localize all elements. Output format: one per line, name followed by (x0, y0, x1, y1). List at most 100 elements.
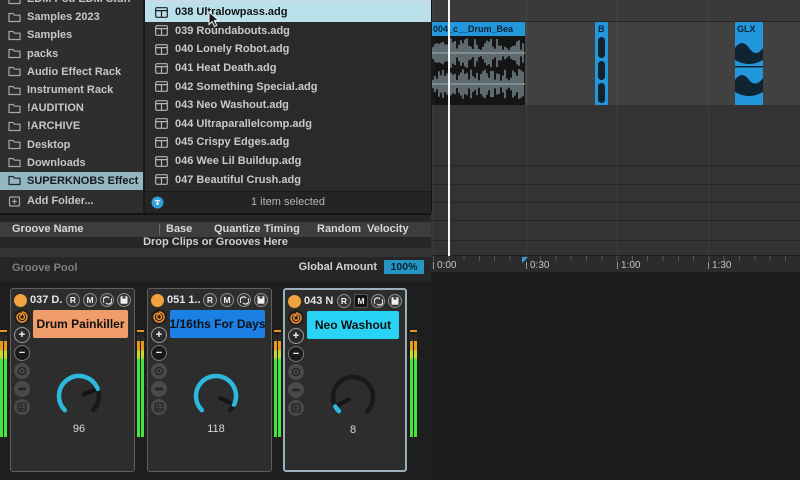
record-button[interactable]: R (337, 294, 351, 308)
add-button[interactable]: + (288, 328, 304, 344)
level-meter (137, 335, 144, 437)
lens-button[interactable] (288, 364, 304, 380)
rack-icon (155, 137, 168, 148)
file-item[interactable]: 044 Ultraparallelcomp.adg (145, 115, 431, 134)
record-button[interactable]: R (66, 293, 80, 307)
sidebar-item[interactable]: packs (0, 45, 143, 63)
device-rack-panel: 051 1... R M + − 1/ (147, 288, 272, 472)
add-folder-button[interactable]: Add Folder... (0, 192, 143, 210)
file-item[interactable]: 047 Beautiful Crush.adg (145, 170, 431, 189)
remove-button[interactable]: − (14, 345, 30, 361)
file-item-selected[interactable]: 038 Ultralowpass.adg (145, 3, 431, 22)
browser-panel: EDM Pod EDM Stuff Samples 2023 Samples p… (0, 0, 432, 213)
lens-button[interactable] (151, 363, 167, 379)
file-item[interactable]: 040 Lonely Robot.adg (145, 40, 431, 59)
groove-empty-row (0, 248, 431, 257)
rack-icon (155, 174, 168, 185)
file-item[interactable]: 042 Something Special.adg (145, 77, 431, 96)
level-meter (0, 335, 7, 437)
remove-button[interactable]: − (288, 346, 304, 362)
file-item[interactable]: 041 Heat Death.adg (145, 59, 431, 78)
save-preset-icon[interactable] (254, 293, 268, 307)
file-item[interactable]: 043 Neo Washout.adg (145, 96, 431, 115)
sidebar-item-selected[interactable]: SUPERKNOBS Effect (0, 172, 143, 190)
device-rack-panel-selected: 043 N... R M + − Ne (283, 288, 407, 472)
playhead (448, 0, 450, 256)
save-preset-icon[interactable] (117, 293, 131, 307)
hot-swap-icon[interactable] (371, 294, 385, 308)
folder-icon (8, 103, 21, 114)
time-ruler[interactable]: 0:00 0:30 1:00 1:30 (431, 255, 800, 273)
macro-name-display: Neo Washout (307, 311, 399, 339)
sidebar-item[interactable]: Samples (0, 26, 143, 44)
waveform (595, 36, 608, 105)
sidebar-item[interactable]: Samples 2023 (0, 8, 143, 26)
folder-icon (8, 48, 21, 59)
sidebar-item[interactable]: Instrument Rack (0, 81, 143, 99)
groove-drop-zone[interactable]: Drop Clips or Grooves Here (0, 236, 431, 248)
file-name: 043 Neo Washout.adg (175, 99, 289, 111)
folder-icon (8, 0, 21, 5)
superknob-map-icon[interactable] (151, 309, 167, 325)
macro-knob[interactable] (189, 369, 243, 423)
sidebar-item-label: Audio Effect Rack (27, 66, 121, 78)
clip-title: 004_c__Drum_Bea (431, 22, 525, 36)
macro-knob[interactable] (52, 369, 106, 423)
grid-view-button[interactable] (288, 400, 304, 416)
device-activator[interactable] (14, 294, 27, 307)
file-item[interactable]: 045 Crispy Edges.adg (145, 133, 431, 152)
rack-icon (155, 81, 168, 92)
save-preset-icon[interactable] (388, 294, 402, 308)
sidebar-item[interactable]: EDM Pod EDM Stuff (0, 0, 143, 8)
add-button[interactable]: + (151, 327, 167, 343)
macro-knob[interactable] (326, 370, 380, 424)
file-item[interactable]: 046 Wee Lil Buildup.adg (145, 152, 431, 171)
rack-icon (155, 25, 168, 36)
sidebar-item[interactable]: Downloads (0, 154, 143, 172)
add-button[interactable]: + (14, 327, 30, 343)
col-random: Random (317, 223, 361, 235)
arrangement-view: 004_c__Drum_Bea B (431, 0, 800, 272)
clip-title: B (595, 22, 608, 36)
lens-button[interactable] (14, 363, 30, 379)
superknob-map-icon[interactable] (14, 309, 30, 325)
mute-button[interactable]: M (354, 294, 368, 308)
file-item[interactable]: 039 Roundabouts.adg (145, 22, 431, 41)
global-amount-slider[interactable]: 100% (384, 260, 424, 274)
sidebar-item[interactable]: Desktop (0, 136, 143, 154)
hot-swap-icon[interactable] (100, 293, 114, 307)
file-name: 041 Heat Death.adg (175, 62, 276, 74)
col-velocity: Velocity (367, 223, 409, 235)
file-name: 047 Beautiful Crush.adg (175, 174, 301, 186)
macro-name-display: Drum Painkiller (33, 310, 128, 338)
ableton-live-window: 004_c__Drum_Bea B (0, 0, 800, 480)
record-button[interactable]: R (203, 293, 217, 307)
mute-button[interactable]: M (83, 293, 97, 307)
device-activator[interactable] (288, 295, 301, 308)
sidebar-item-label: Instrument Rack (27, 84, 113, 96)
grid-view-button[interactable] (14, 399, 30, 415)
device-activator[interactable] (151, 294, 164, 307)
remove-button[interactable]: − (151, 345, 167, 361)
collapse-button[interactable] (14, 381, 30, 397)
add-folder-icon (8, 196, 21, 207)
arrangement-lower-area (431, 272, 800, 480)
sidebar-item-label: EDM Pod EDM Stuff (27, 0, 131, 5)
sidebar-item[interactable]: !ARCHIVE (0, 117, 143, 135)
ruler-label: 0:30 (526, 260, 549, 271)
hot-swap-icon[interactable] (237, 293, 251, 307)
sidebar-item[interactable]: !AUDITION (0, 99, 143, 117)
collapse-button[interactable] (151, 381, 167, 397)
loop-marker[interactable] (522, 257, 528, 263)
collapse-button[interactable] (288, 382, 304, 398)
audio-clip-b[interactable]: B (595, 22, 608, 105)
file-name: 039 Roundabouts.adg (175, 25, 290, 37)
grid-view-button[interactable] (151, 399, 167, 415)
sidebar-item[interactable]: Audio Effect Rack (0, 63, 143, 81)
superknob-map-icon[interactable] (288, 310, 304, 326)
audio-clip-glx[interactable]: GLX (735, 22, 763, 105)
audio-clip-drum-beat[interactable]: 004_c__Drum_Bea (431, 22, 525, 105)
device-rack-panel: 037 D... R M + − Dr (10, 288, 135, 472)
waveform (735, 36, 763, 105)
mute-button[interactable]: M (220, 293, 234, 307)
